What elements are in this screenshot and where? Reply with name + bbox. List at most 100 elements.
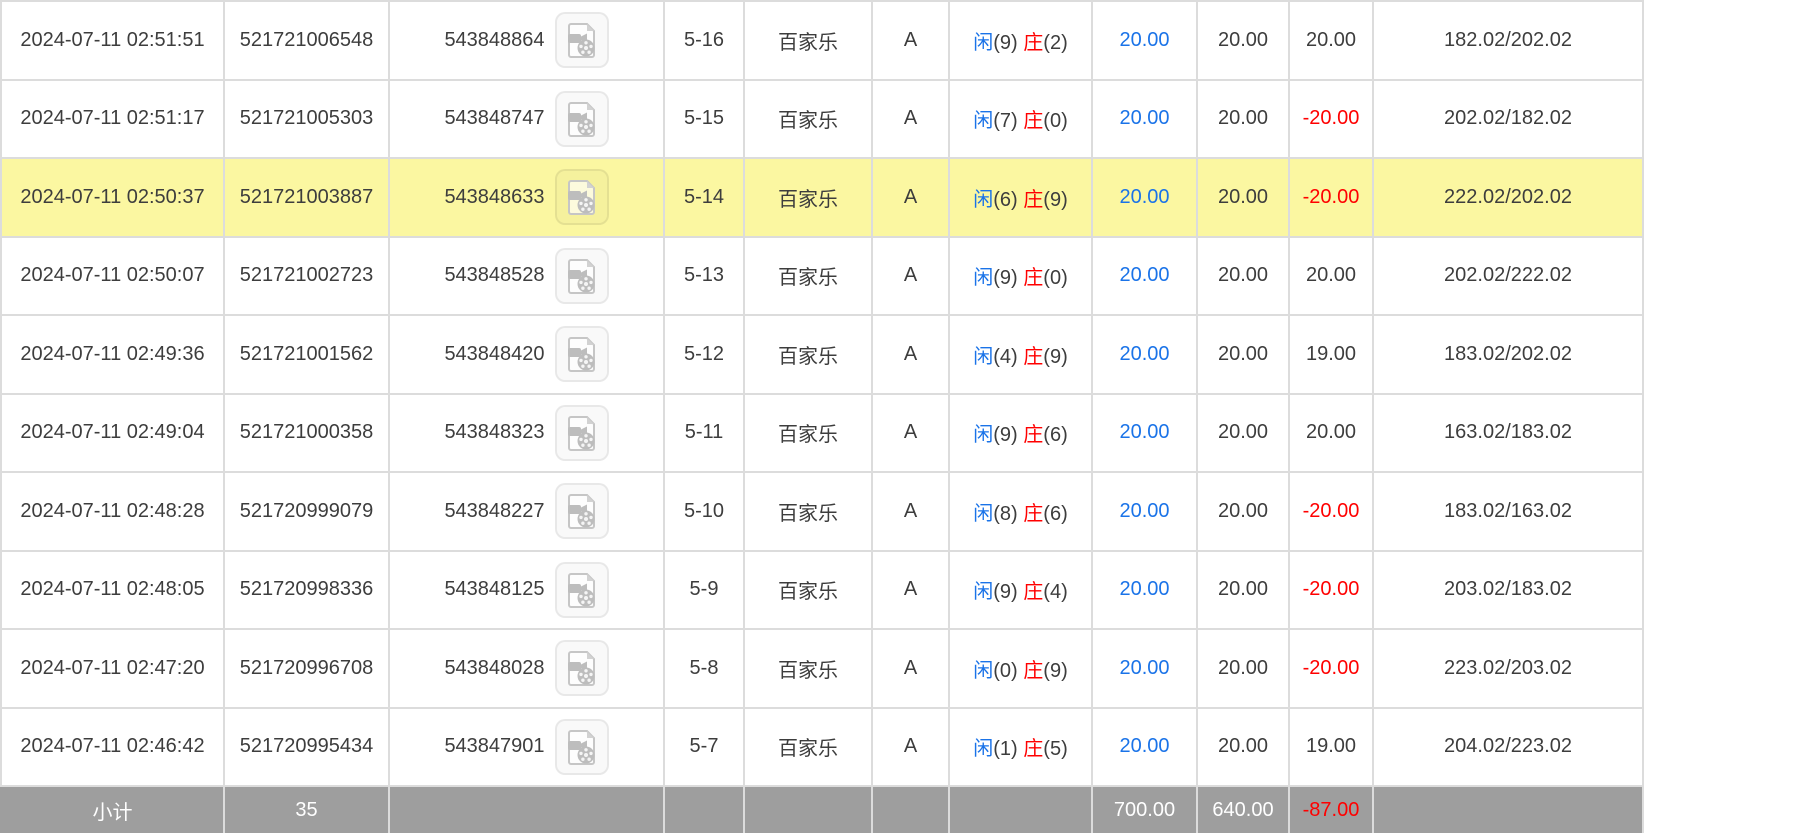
video-replay-button[interactable] [555,405,609,461]
video-replay-button[interactable] [555,562,609,618]
player-label: 闲 [973,660,993,682]
table-row[interactable]: 2024-07-11 02:46:42 521720995434 5438479… [1,708,1643,787]
cell-round-id: 543848420 [389,315,664,394]
banker-score: (9) [1043,660,1067,682]
video-replay-button[interactable] [555,483,609,539]
video-replay-button[interactable] [555,326,609,382]
round-id-text: 543848323 [444,421,544,444]
subtotal-row: 小计 35 700.00 640.00 -87.00 [1,786,1643,833]
cell-bet-time: 2024-07-11 02:50:07 [1,237,224,316]
table-row[interactable]: 2024-07-11 02:50:07 521721002723 5438485… [1,237,1643,316]
banker-score: (6) [1043,503,1067,525]
table-row[interactable]: 2024-07-11 02:49:04 521721000358 5438483… [1,394,1643,473]
round-id-text: 543848864 [444,29,544,52]
cell-table-round: 5-16 [664,1,744,80]
cell-zone: A [872,1,949,80]
player-score: (4) [993,346,1017,368]
cell-result: 闲(6) 庄(9) [949,158,1092,237]
bet-amount-link[interactable]: 20.00 [1119,578,1169,600]
cell-balance: 202.02/182.02 [1373,80,1643,159]
table-row[interactable]: 2024-07-11 02:48:28 521720999079 5438482… [1,472,1643,551]
cell-round-id: 543848864 [389,1,664,80]
cell-round-id: 543848528 [389,237,664,316]
round-id-text: 543848125 [444,578,544,601]
banker-label: 庄 [1023,346,1043,368]
round-id-text: 543848633 [444,186,544,209]
table-row[interactable]: 2024-07-11 02:49:36 521721001562 5438484… [1,315,1643,394]
banker-score: (9) [1043,189,1067,211]
table-row[interactable]: 2024-07-11 02:47:20 521720996708 5438480… [1,629,1643,708]
round-id-text: 543848528 [444,264,544,287]
cell-valid-amount: 20.00 [1197,315,1289,394]
table-row[interactable]: 2024-07-11 02:48:05 521720998336 5438481… [1,551,1643,630]
cell-result: 闲(9) 庄(0) [949,237,1092,316]
cell-table-round: 5-14 [664,158,744,237]
cell-bet-time: 2024-07-11 02:50:37 [1,158,224,237]
cell-zone: A [872,551,949,630]
bet-amount-link[interactable]: 20.00 [1119,500,1169,522]
cell-result: 闲(9) 庄(4) [949,551,1092,630]
cell-bet-time: 2024-07-11 02:48:05 [1,551,224,630]
cell-balance: 202.02/222.02 [1373,237,1643,316]
bet-amount-link[interactable]: 20.00 [1119,343,1169,365]
bet-amount-link[interactable]: 20.00 [1119,735,1169,757]
round-id-text: 543848420 [444,343,544,366]
bet-history-table: 2024-07-11 02:51:51 521721006548 5438488… [0,0,1644,833]
cell-winloss: -20.00 [1289,629,1373,708]
cell-round-id: 543848028 [389,629,664,708]
banker-label: 庄 [1023,189,1043,211]
cell-valid-amount: 20.00 [1197,394,1289,473]
banker-score: (2) [1043,32,1067,54]
cell-table-round: 5-13 [664,237,744,316]
subtotal-winloss-total: -87.00 [1289,786,1373,833]
bet-amount-link[interactable]: 20.00 [1119,264,1169,286]
banker-score: (0) [1043,110,1067,132]
cell-bet-amount: 20.00 [1092,237,1197,316]
video-replay-button[interactable] [555,640,609,696]
subtotal-bet-total: 700.00 [1092,786,1197,833]
bet-amount-link[interactable]: 20.00 [1119,107,1169,129]
cell-order-id: 521720995434 [224,708,389,787]
cell-result: 闲(9) 庄(2) [949,1,1092,80]
bet-amount-link[interactable]: 20.00 [1119,657,1169,679]
subtotal-valid-total: 640.00 [1197,786,1289,833]
subtotal-label: 小计 [1,786,224,833]
bet-amount-link[interactable]: 20.00 [1119,186,1169,208]
video-replay-icon [564,100,600,138]
table-row[interactable]: 2024-07-11 02:51:51 521721006548 5438488… [1,1,1643,80]
cell-zone: A [872,158,949,237]
bet-amount-link[interactable]: 20.00 [1119,421,1169,443]
cell-valid-amount: 20.00 [1197,158,1289,237]
video-replay-button[interactable] [555,12,609,68]
video-replay-button[interactable] [555,169,609,225]
cell-order-id: 521721002723 [224,237,389,316]
banker-score: (5) [1043,738,1067,760]
video-replay-button[interactable] [555,91,609,147]
subtotal-empty-cell [389,786,664,833]
cell-winloss: 20.00 [1289,394,1373,473]
cell-bet-amount: 20.00 [1092,629,1197,708]
bet-history-page: 2024-07-11 02:51:51 521721006548 5438488… [0,0,1795,833]
table-row[interactable]: 2024-07-11 02:50:37 521721003887 5438486… [1,158,1643,237]
subtotal-empty-cell [664,786,744,833]
cell-bet-time: 2024-07-11 02:47:20 [1,629,224,708]
player-score: (1) [993,738,1017,760]
table-row[interactable]: 2024-07-11 02:51:17 521721005303 5438487… [1,80,1643,159]
banker-score: (0) [1043,267,1067,289]
cell-round-id: 543848747 [389,80,664,159]
video-replay-icon [564,492,600,530]
player-score: (9) [993,424,1017,446]
bet-amount-link[interactable]: 20.00 [1119,29,1169,51]
cell-game-type: 百家乐 [744,551,872,630]
video-replay-button[interactable] [555,719,609,775]
banker-label: 庄 [1023,738,1043,760]
cell-order-id: 521720999079 [224,472,389,551]
cell-winloss: -20.00 [1289,158,1373,237]
video-replay-icon [564,414,600,452]
video-replay-button[interactable] [555,248,609,304]
round-id-text: 543848227 [444,500,544,523]
player-score: (8) [993,503,1017,525]
cell-order-id: 521721005303 [224,80,389,159]
cell-game-type: 百家乐 [744,315,872,394]
player-score: (9) [993,581,1017,603]
